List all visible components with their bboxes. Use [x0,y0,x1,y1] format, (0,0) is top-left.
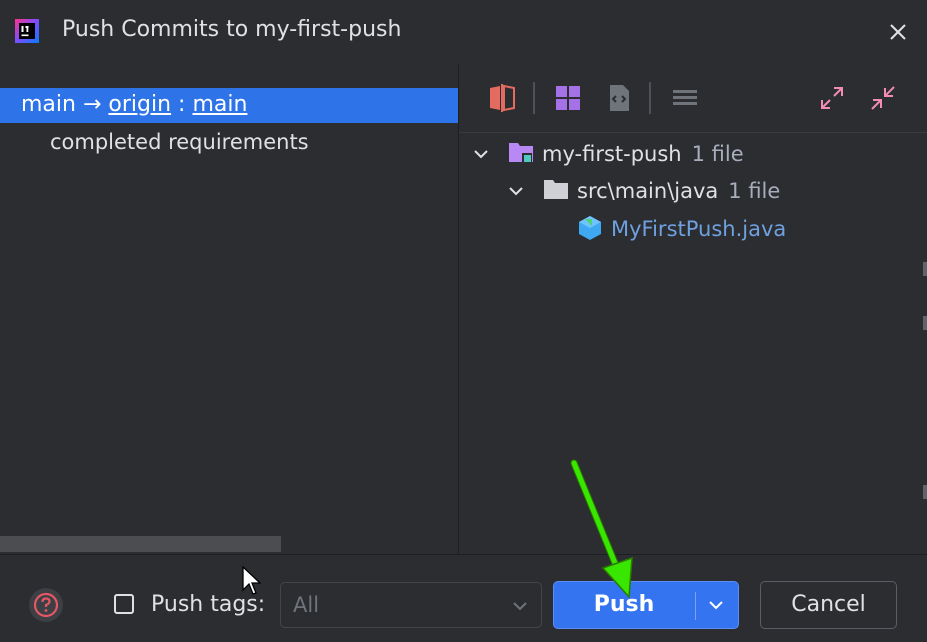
dialog-title: Push Commits to my-first-push [62,17,402,42]
remote-branch-link[interactable]: main [192,92,247,117]
horizontal-scrollbar[interactable] [0,536,281,552]
tree-node-file[interactable]: MyFirstPush.java [459,211,927,247]
tree-node-folder[interactable]: src\main\java 1 file [459,173,927,209]
local-branch: main [21,92,76,117]
commits-pane: main → origin : main completed requireme… [0,64,458,554]
file-count: 1 file [728,179,781,203]
edge-marker [923,485,927,499]
collapse-all-icon[interactable] [867,82,899,114]
push-button[interactable]: Push [553,581,739,629]
file-source-icon[interactable] [603,82,635,114]
tags-select-value: All [293,593,320,617]
chevron-down-icon[interactable] [472,145,490,163]
push-options-chevron-icon[interactable] [707,596,725,614]
module-folder-icon [509,143,533,163]
folder-icon [544,180,568,199]
tree-node-repo[interactable]: my-first-push 1 file [459,136,927,172]
close-icon[interactable] [884,18,912,46]
list-icon[interactable] [669,82,701,114]
arrow-text: → [82,92,102,117]
push-target-label: main → origin : main [21,92,247,117]
chevron-down-icon [513,602,527,611]
changes-toolbar [459,64,927,133]
diff-icon[interactable] [486,82,518,114]
tags-select[interactable]: All [280,582,542,628]
changes-pane: my-first-push 1 file src\main\java 1 file … [459,64,927,554]
edge-marker [923,316,927,330]
push-tags-checkbox[interactable] [114,594,134,614]
chevron-down-icon[interactable] [507,182,525,200]
split-divider [695,592,696,620]
cancel-button-label: Cancel [791,592,866,617]
tree-node-label: src\main\java 1 file [577,179,780,203]
dialog-footer: Push tags: All Push Cancel [0,554,927,642]
folder-name: src\main\java [577,179,719,203]
branch-separator: : [178,92,186,117]
file-name: MyFirstPush.java [611,217,787,241]
expand-all-icon[interactable] [816,82,848,114]
intellij-icon [15,19,39,43]
toolbar-separator [649,82,651,114]
help-icon[interactable] [28,587,64,623]
tree-node-label: my-first-push 1 file [542,142,744,166]
group-by-icon[interactable] [552,82,584,114]
edge-marker [923,262,927,276]
file-count: 1 file [691,142,744,166]
commit-item[interactable]: completed requirements [50,130,309,154]
push-button-label: Push [593,592,655,617]
toolbar-separator [533,82,535,114]
push-target-row[interactable]: main → origin : main [0,88,458,123]
title-bar: Push Commits to my-first-push [0,0,927,64]
java-class-icon [579,216,601,240]
cancel-button[interactable]: Cancel [760,581,897,629]
remote-link[interactable]: origin [108,92,171,117]
repo-name: my-first-push [542,142,682,166]
mouse-cursor-icon [242,566,261,595]
